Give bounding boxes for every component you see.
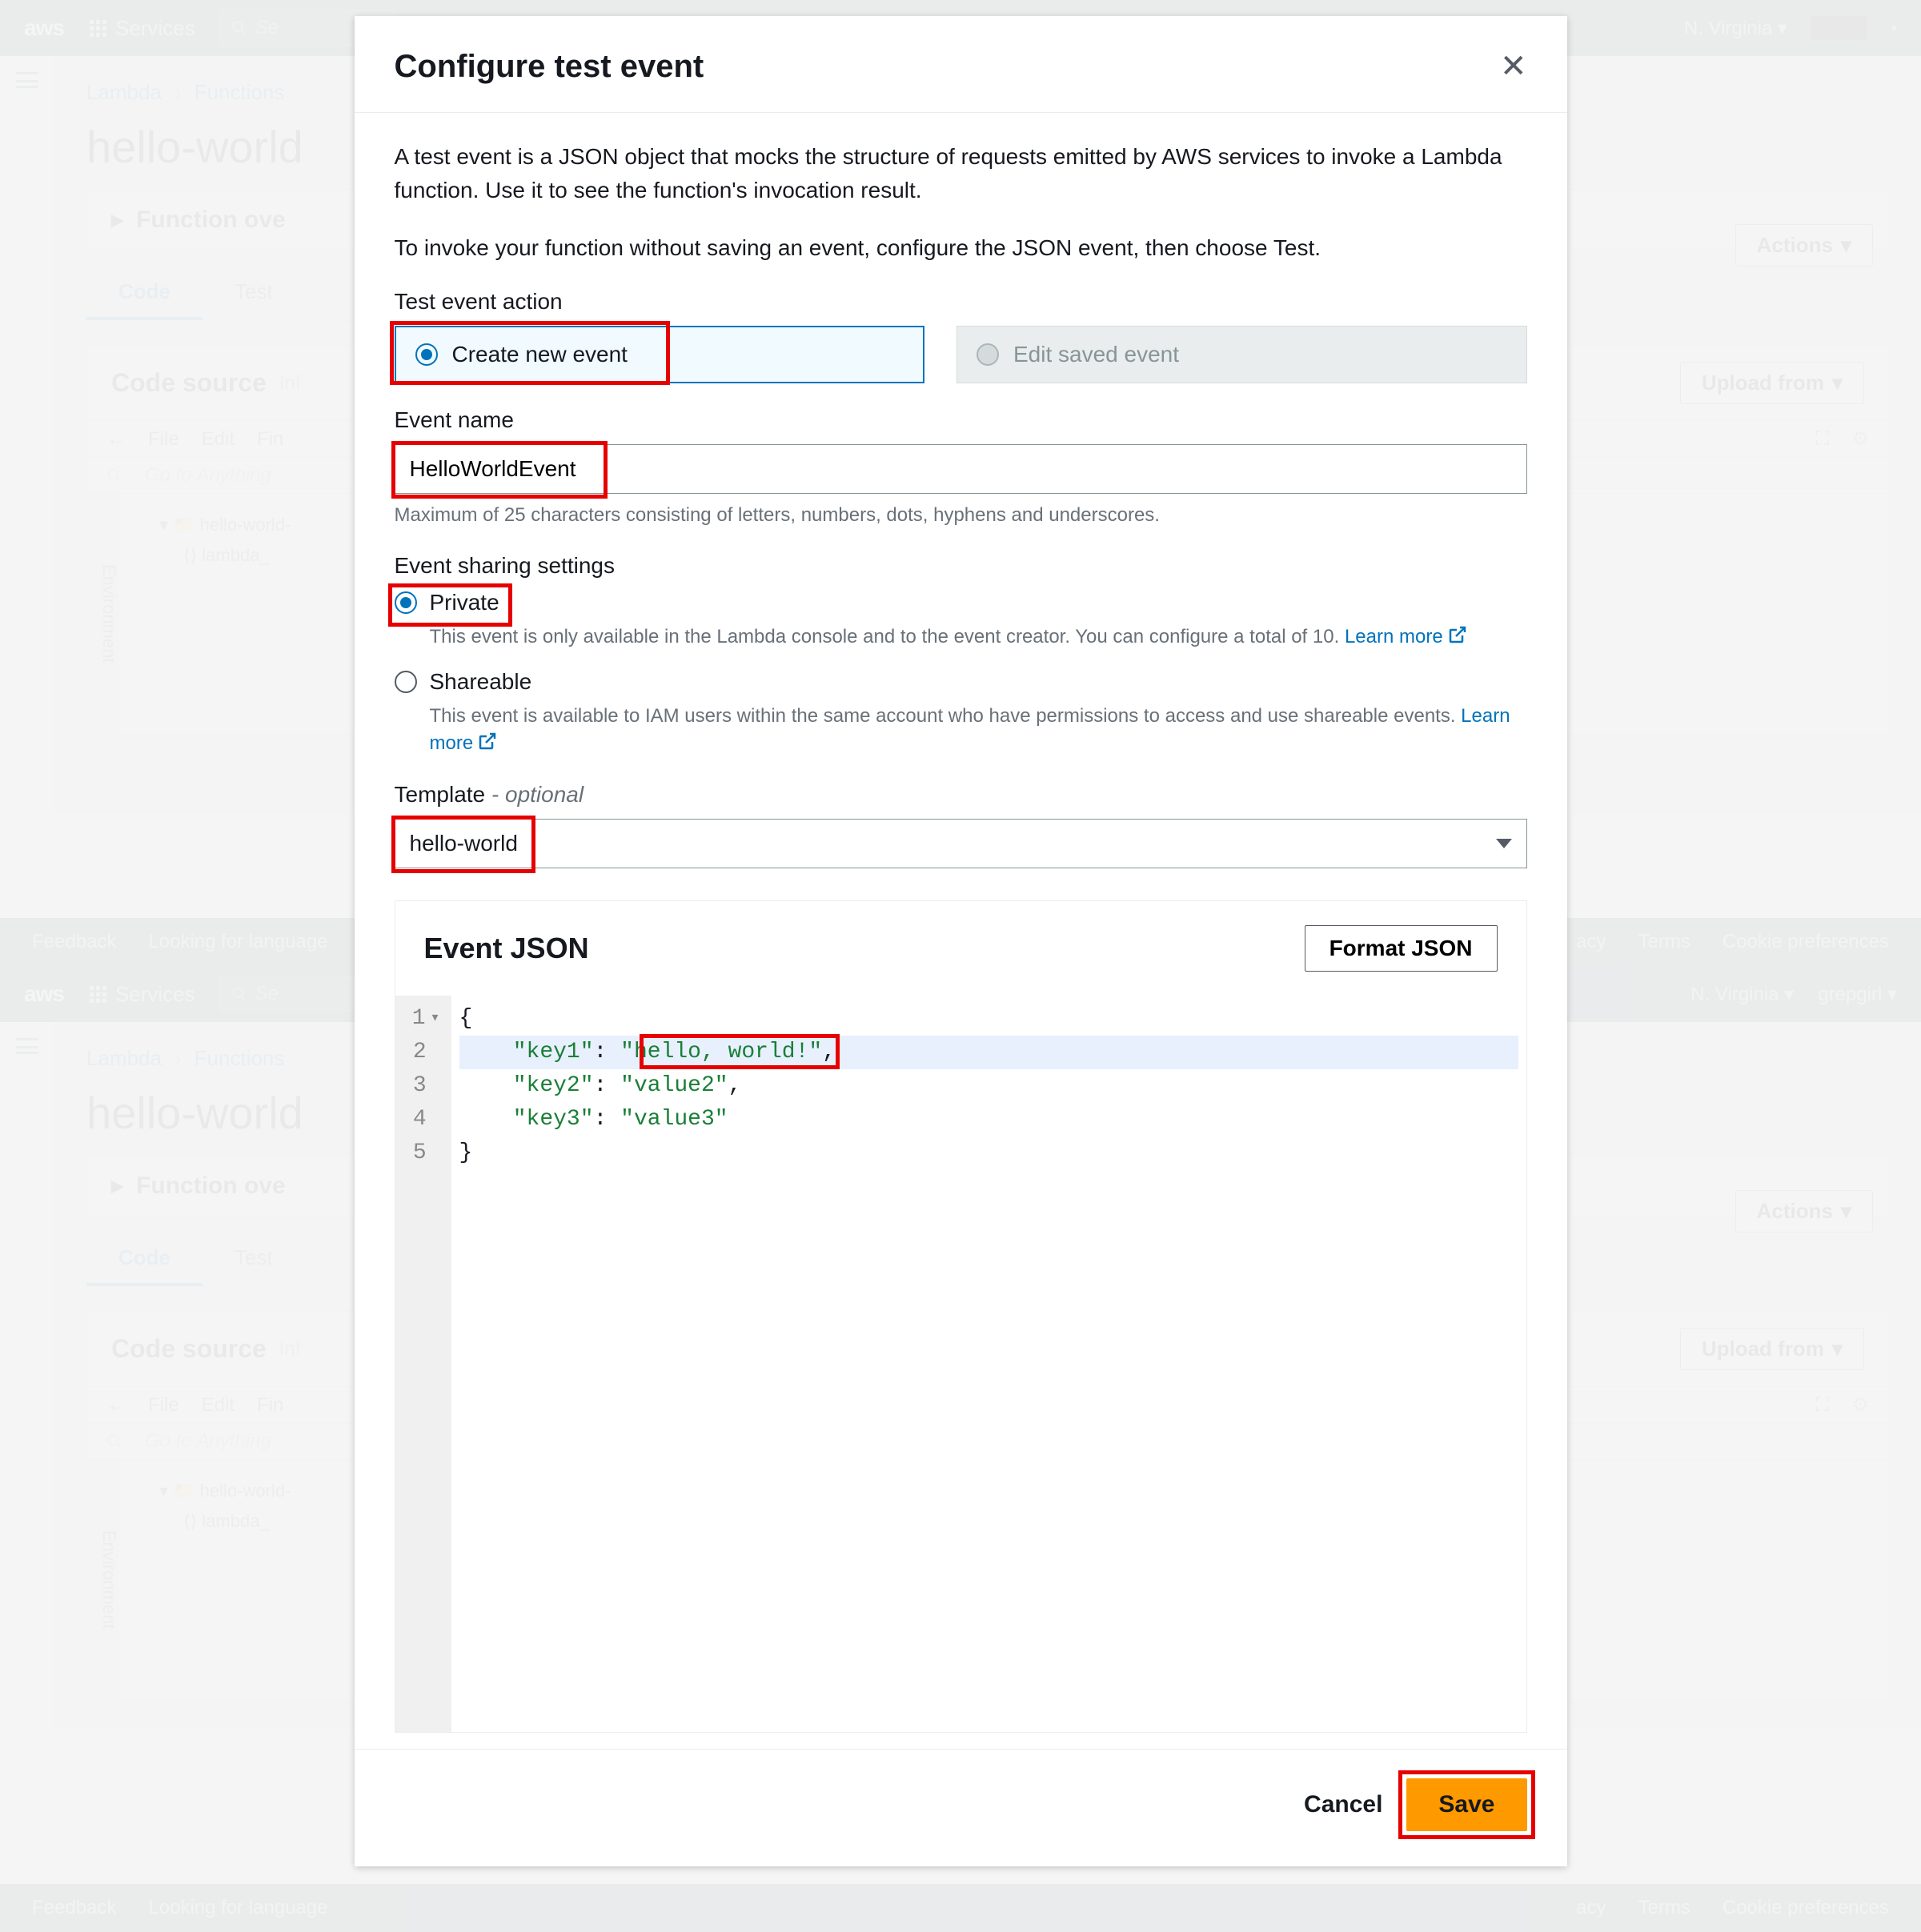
test-event-action-label: Test event action (395, 289, 1527, 315)
radio-icon (977, 343, 999, 366)
create-new-event-option[interactable]: Create new event (395, 326, 925, 383)
private-radio[interactable]: Private (395, 590, 1527, 615)
modal-footer: Cancel Save (355, 1749, 1567, 1866)
external-link-icon (1448, 625, 1467, 652)
modal-overlay: Configure test event ✕ A test event is a… (0, 0, 1921, 1932)
private-hint: This event is only available in the Lamb… (430, 623, 1527, 652)
event-json-panel: Event JSON Format JSON 1▾ 2 3 4 5 { "key… (395, 900, 1527, 1733)
template-label: Template - optional (395, 782, 1527, 808)
test-event-action-group: Create new event Edit saved event (395, 326, 1527, 383)
modal-body: A test event is a JSON object that mocks… (355, 113, 1567, 1749)
learn-more-link[interactable]: Learn more (1345, 626, 1467, 647)
radio-icon (395, 671, 417, 693)
shareable-hint: This event is available to IAM users wit… (430, 703, 1527, 758)
code-lines[interactable]: { "key1": "hello, world!", "key2": "valu… (451, 996, 1526, 1732)
radio-icon (415, 343, 438, 366)
configure-test-event-modal: Configure test event ✕ A test event is a… (355, 16, 1567, 1866)
event-name-input[interactable] (395, 444, 1527, 494)
json-editor[interactable]: 1▾ 2 3 4 5 { "key1": "hello, world!", "k… (395, 996, 1526, 1732)
modal-title: Configure test event (395, 49, 704, 85)
line-gutter: 1▾ 2 3 4 5 (395, 996, 451, 1732)
cancel-button[interactable]: Cancel (1304, 1791, 1382, 1818)
template-select[interactable]: hello-world (395, 819, 1527, 868)
event-name-label: Event name (395, 407, 1527, 433)
event-json-title: Event JSON (424, 932, 589, 965)
shareable-radio[interactable]: Shareable (395, 669, 1527, 695)
close-icon[interactable]: ✕ (1500, 48, 1527, 85)
modal-description-2: To invoke your function without saving a… (395, 231, 1527, 265)
modal-description-1: A test event is a JSON object that mocks… (395, 140, 1527, 207)
external-link-icon (478, 732, 497, 759)
radio-icon (395, 591, 417, 614)
event-sharing-label: Event sharing settings (395, 553, 1527, 579)
event-name-hint: Maximum of 25 characters consisting of l… (395, 502, 1527, 529)
caret-down-icon (1496, 839, 1512, 848)
edit-saved-event-option: Edit saved event (956, 326, 1527, 383)
save-button[interactable]: Save (1406, 1778, 1526, 1831)
format-json-button[interactable]: Format JSON (1305, 925, 1498, 972)
modal-header: Configure test event ✕ (355, 16, 1567, 113)
